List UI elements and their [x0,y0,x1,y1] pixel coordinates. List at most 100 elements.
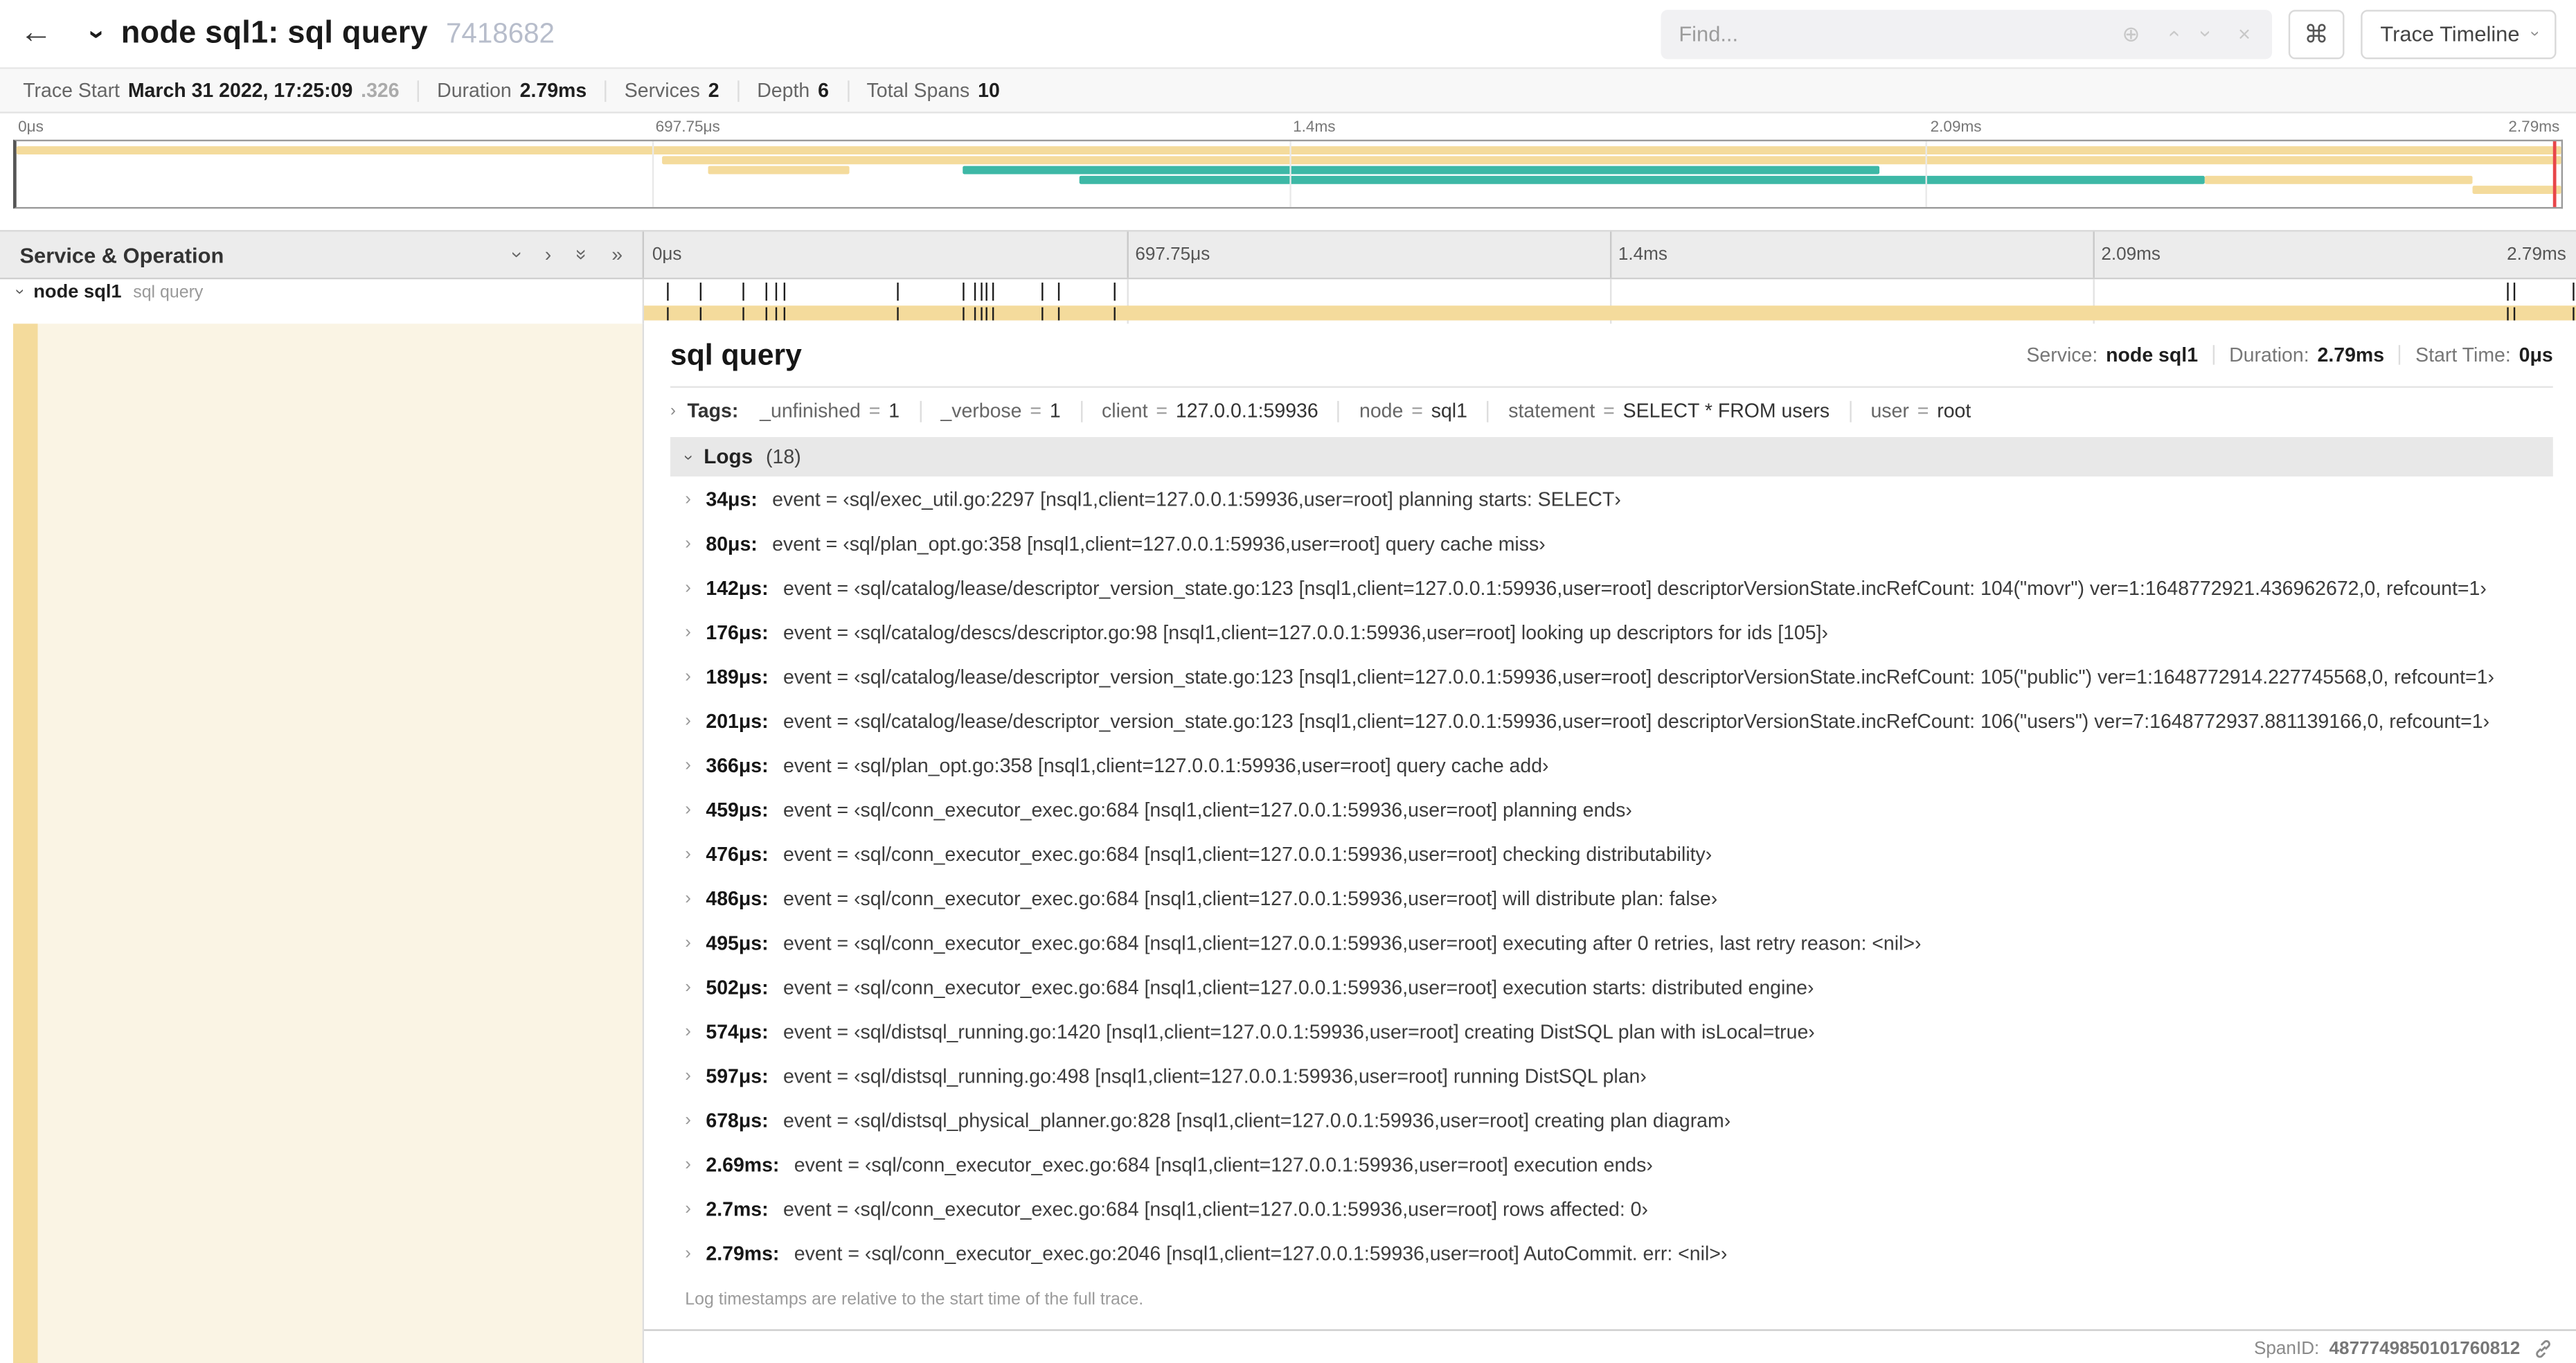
chevron-right-icon: › [685,1110,692,1130]
timeline-body: sql query Service: node sql1 Duration: 2… [0,323,2576,1363]
log-marker [699,307,702,321]
deep-link-icon[interactable] [2533,1339,2552,1359]
keyboard-shortcuts-button[interactable]: ⌘ [2288,9,2345,59]
info-value: 2 [708,78,719,103]
log-entry[interactable]: › 34μs: event = ‹sql/exec_util.go:2297 [… [670,476,2553,521]
info-separator [605,80,607,101]
chevron-right-icon: › [685,1242,692,1263]
timeline-ruler: 0μs 697.75μs 1.4ms 2.09ms 2.79ms [644,231,2576,278]
find-input[interactable] [1661,21,2101,46]
minimap-cursor-line [2552,141,2557,207]
span-meta-item: Service: node sql1 [2026,344,2198,366]
log-message: event = ‹sql/conn_executor_exec.go:684 [… [794,1152,1653,1176]
span-id-value: 4877749850101760812 [2329,1339,2521,1360]
log-entry[interactable]: › 189μs: event = ‹sql/catalog/lease/desc… [670,654,2553,698]
span-row: › node sql1 sql query [0,279,2576,304]
log-entry[interactable]: › 366μs: event = ‹sql/plan_opt.go:358 [n… [670,742,2553,787]
meta-label: Start Time: [2415,343,2511,367]
trace-info-bar: Trace Start March 31 2022, 17:25:09 .326… [0,69,2576,114]
back-arrow-icon[interactable]: ← [19,15,69,53]
zoom-to-results-icon[interactable]: ⊕ [2122,21,2140,47]
log-timestamp: 502μs: [706,975,769,999]
trace-info-item: Duration 2.79ms [437,79,587,102]
tags-row[interactable]: › Tags: _unfinished = 1 _verbose = 1 cli… [670,386,2553,434]
span-row-label[interactable]: › node sql1 sql query [0,279,644,304]
expanded-row-background [37,323,643,1363]
log-timestamp: 476μs: [706,841,769,866]
log-entry[interactable]: › 176μs: event = ‹sql/catalog/descs/desc… [670,609,2553,654]
expand-all-icon[interactable]: » [611,243,623,266]
info-value: March 31 2022, 17:25:09 [127,78,353,103]
tag-key: _verbose [940,399,1022,422]
log-timestamp: 80μs: [706,531,758,555]
log-entry[interactable]: › 142μs: event = ‹sql/catalog/lease/desc… [670,565,2553,609]
collapse-one-icon[interactable]: › [506,251,528,258]
tag-value: 1 [888,399,900,422]
log-marker [1113,283,1116,301]
clear-search-icon[interactable]: × [2238,21,2251,46]
span-service-name: node sql1 [33,281,122,302]
log-marker [2572,307,2574,321]
log-marker [985,307,988,321]
chevron-right-icon: › [685,711,692,731]
tag-item: _verbose = 1 [940,400,1060,422]
log-message: event = ‹sql/plan_opt.go:358 [nsql1,clie… [772,531,1546,555]
span-expand-chevron-icon[interactable]: › [10,289,28,294]
tag-value: 1 [1049,399,1061,422]
span-detail-header: sql query Service: node sql1 Duration: 2… [670,323,2553,386]
log-timestamp: 597μs: [706,1064,769,1087]
log-entry[interactable]: › 486μs: event = ‹sql/conn_executor_exec… [670,876,2553,920]
tag-separator [1080,400,1082,422]
log-entry[interactable]: › 495μs: event = ‹sql/conn_executor_exec… [670,920,2553,965]
log-message: event = ‹sql/conn_executor_exec.go:684 [… [782,1197,1648,1220]
minimap-tick-label: 1.4ms [1293,118,1336,136]
minimap-canvas[interactable] [12,139,2564,209]
logs-header[interactable]: › Logs (18) [670,437,2553,477]
log-entry[interactable]: › 2.79ms: event = ‹sql/conn_executor_exe… [670,1231,2553,1275]
tag-list: _unfinished = 1 _verbose = 1 client = 12… [760,400,1971,422]
log-message: event = ‹sql/distsql_running.go:498 [nsq… [782,1064,1647,1087]
log-entry[interactable]: › 2.69ms: event = ‹sql/conn_executor_exe… [670,1142,2553,1186]
log-entry[interactable]: › 597μs: event = ‹sql/distsql_running.go… [670,1053,2553,1098]
chevron-right-icon: › [685,1154,692,1175]
span-bar-area[interactable] [644,279,2576,304]
equals-sign: = [868,399,881,422]
view-selector-button[interactable]: Trace Timeline › [2360,9,2557,59]
log-entry[interactable]: › 574μs: event = ‹sql/distsql_running.go… [670,1009,2553,1053]
trace-info-item: Services 2 [625,79,719,102]
log-entry[interactable]: › 80μs: event = ‹sql/plan_opt.go:358 [ns… [670,521,2553,565]
log-message: event = ‹sql/distsql_running.go:1420 [ns… [782,1019,1815,1043]
previous-result-icon[interactable]: › [2159,30,2184,37]
equals-sign: = [1030,399,1042,422]
collapse-all-icon[interactable]: » [570,249,593,260]
log-marker [782,283,785,301]
span-id-row: SpanID: 4877749850101760812 [644,1331,2576,1359]
log-entry[interactable]: › 502μs: event = ‹sql/conn_executor_exec… [670,965,2553,1009]
log-timestamp: 2.79ms: [706,1241,780,1265]
log-entry[interactable]: › 476μs: event = ‹sql/conn_executor_exec… [670,831,2553,875]
log-entry[interactable]: › 459μs: event = ‹sql/conn_executor_exec… [670,787,2553,831]
log-message: event = ‹sql/plan_opt.go:358 [nsql1,clie… [782,753,1549,776]
expand-one-icon[interactable]: › [545,243,551,266]
gridline [1924,141,1927,207]
logs-label: Logs [704,445,753,469]
chevron-right-icon: › [685,621,692,642]
log-message: event = ‹sql/catalog/lease/descriptor_ve… [782,576,2487,599]
log-marker [963,307,965,321]
log-entry[interactable]: › 2.7ms: event = ‹sql/conn_executor_exec… [670,1186,2553,1231]
meta-label: Service: [2026,343,2098,367]
log-marker [963,283,965,301]
log-message: event = ‹sql/conn_executor_exec.go:684 [… [782,975,1814,999]
trace-collapse-chevron-icon[interactable]: › [80,29,113,38]
info-separator [737,80,740,101]
gridline [2093,231,2095,278]
log-entry[interactable]: › 678μs: event = ‹sql/distsql_physical_p… [670,1098,2553,1142]
info-label: Services [624,78,700,103]
next-result-icon[interactable]: › [2194,30,2219,37]
log-timestamp: 2.7ms: [706,1197,769,1220]
meta-label: Duration: [2229,343,2309,367]
span-id-label: SpanID: [2254,1339,2320,1360]
service-operation-header: Service & Operation [19,242,224,267]
log-entry[interactable]: › 201μs: event = ‹sql/catalog/lease/desc… [670,698,2553,742]
minimap-tick-label: 2.09ms [1930,118,1982,136]
